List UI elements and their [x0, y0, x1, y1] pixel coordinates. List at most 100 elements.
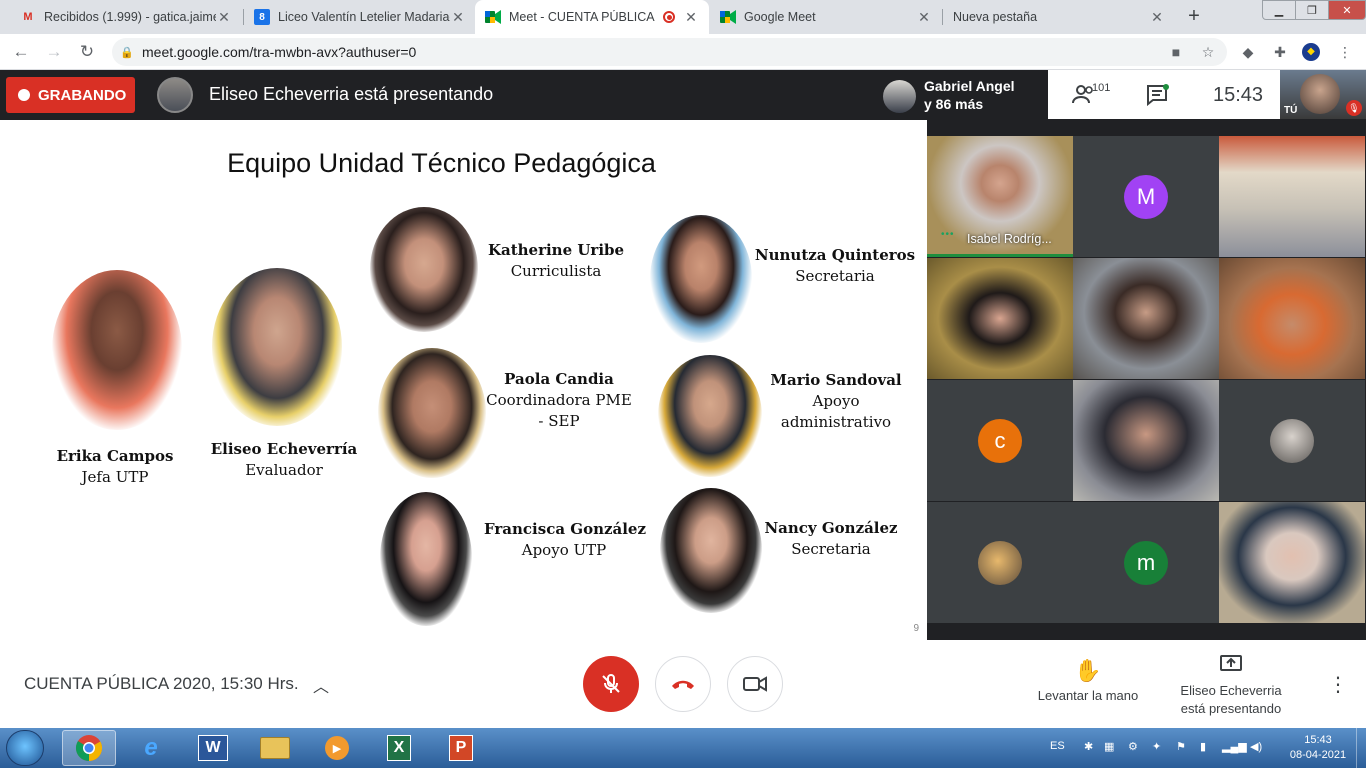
participant-tile[interactable] [1219, 502, 1365, 623]
explorer-icon[interactable] [248, 730, 302, 766]
tab-liceo[interactable]: 8 Liceo Valentín Letelier Madariag ✕ [244, 0, 476, 34]
close-icon[interactable]: ✕ [216, 9, 232, 26]
present-now-button[interactable]: Eliseo Echeverria está presentando [1172, 654, 1290, 718]
close-icon[interactable]: ✕ [1149, 9, 1165, 26]
slide-title: Equipo Unidad Técnico Pedagógica [227, 148, 656, 178]
lock-icon: 🔒 [120, 46, 134, 59]
show-desktop-button[interactable] [1356, 728, 1366, 768]
address-bar-row: ← → ↻ 🔒 meet.google.com/tra-mwbn-avx?aut… [0, 34, 1366, 70]
back-button[interactable]: ← [10, 41, 32, 63]
meeting-details[interactable]: CUENTA PÚBLICA 2020, 15:30 Hrs. [24, 674, 299, 694]
bluetooth-icon[interactable]: ✱ [1084, 740, 1093, 753]
tab-nueva-pestana[interactable]: Nueva pestaña ✕ [943, 0, 1175, 34]
participant-count: 101 [1092, 82, 1111, 94]
participant-tile[interactable] [1073, 380, 1219, 501]
person-role: Apoyo UTP [521, 541, 607, 559]
restore-button[interactable]: ❐ [1295, 0, 1329, 20]
language-indicator[interactable]: ES [1050, 740, 1065, 752]
person-name: Erika Campos [56, 447, 174, 465]
participant-tile[interactable]: ••• Isabel Rodríg... [927, 136, 1073, 257]
close-icon[interactable]: ✕ [683, 9, 699, 26]
url-text[interactable]: meet.google.com/tra-mwbn-avx?authuser=0 [142, 44, 416, 60]
mic-toggle-button[interactable] [583, 656, 639, 712]
person-name: Nunutza Quinteros [754, 246, 916, 264]
photo-eliseo-echeverria [212, 268, 342, 426]
participant-tile[interactable] [1219, 258, 1365, 379]
meet-control-bar: CUENTA PÚBLICA 2020, 15:30 Hrs. ︿ ✋ Leva… [0, 640, 1366, 728]
system-clock[interactable]: 15:43 08-04-2021 [1282, 733, 1354, 763]
chevron-up-icon[interactable]: ︿ [313, 673, 329, 697]
tab-google-meet[interactable]: Google Meet ✕ [710, 0, 942, 34]
minimize-button[interactable]: ▁ [1262, 0, 1296, 20]
camera-icon[interactable]: ■ [1167, 43, 1185, 61]
tab-meet-cuenta-publica[interactable]: Meet - CUENTA PÚBLICA 20 ✕ [475, 0, 709, 34]
participant-avatar [883, 80, 916, 113]
photo-francisca-gonzalez [380, 492, 472, 626]
ie-icon[interactable]: e [124, 730, 178, 766]
slide-page-number: 9 [913, 623, 919, 634]
person-role: Curriculista [510, 262, 602, 280]
person-name: Mario Sandoval [770, 371, 902, 389]
powerpoint-icon[interactable]: P [434, 730, 488, 766]
person-name: Katherine Uribe [487, 241, 625, 259]
close-icon[interactable]: ✕ [916, 9, 932, 26]
person-role: Coordinadora PME - SEP [486, 391, 632, 430]
participant-avatar-letter: c [978, 418, 1022, 463]
video-camera-icon [743, 676, 767, 692]
presentation-slide: Equipo Unidad Técnico Pedagógica Erika C… [0, 120, 927, 640]
network-signal-icon[interactable]: ▂▄▆ [1222, 740, 1247, 753]
photo-erika-campos [52, 270, 182, 430]
hang-up-icon [672, 680, 694, 689]
flag-icon[interactable]: ⚑ [1176, 740, 1186, 753]
person-name: Francisca González [484, 520, 646, 538]
window-close-button[interactable]: ✕ [1328, 0, 1366, 20]
participant-tile[interactable]: c [927, 380, 1073, 501]
raise-hand-button[interactable]: ✋ Levantar la mano [1033, 658, 1143, 703]
self-view-tile[interactable]: TÚ 🎙 [1280, 70, 1366, 119]
dropbox-icon[interactable]: ◆ [1239, 43, 1257, 61]
participant-tile[interactable]: M [1073, 136, 1219, 257]
participant-tile[interactable] [1219, 136, 1365, 257]
media-player-icon[interactable]: ▶ [310, 730, 364, 766]
start-button[interactable] [6, 730, 44, 766]
chrome-icon[interactable] [62, 730, 116, 766]
other-participants-summary[interactable]: Gabriel Angel y 86 más [924, 77, 1015, 113]
meet-icon [485, 9, 501, 25]
browser-menu-icon[interactable]: ⋮ [1336, 43, 1354, 61]
tray-wand-icon[interactable]: ✦ [1152, 740, 1161, 753]
close-icon[interactable]: ✕ [450, 9, 466, 26]
leave-call-button[interactable] [655, 656, 711, 712]
presenting-status: Eliseo Echeverria está presentando [209, 84, 494, 104]
power-icon[interactable]: ▮ [1200, 740, 1206, 753]
reload-button[interactable]: ↻ [76, 41, 98, 63]
bookmark-star-icon[interactable]: ☆ [1199, 43, 1217, 61]
meeting-info-panel: 101 15:43 [1048, 70, 1280, 119]
word-icon[interactable]: W [186, 730, 240, 766]
recording-dot-icon [663, 11, 675, 23]
tray-app-icon[interactable]: ▦ [1104, 740, 1114, 753]
recording-badge[interactable]: GRABANDO [6, 77, 135, 113]
meet-icon [720, 9, 736, 25]
participant-avatar [1270, 418, 1314, 463]
volume-icon[interactable]: ◀) [1250, 740, 1262, 753]
profile-avatar-icon[interactable]: ◆ [1302, 43, 1320, 61]
forward-button[interactable]: → [43, 41, 65, 63]
more-options-icon[interactable]: ⋮ [1328, 672, 1348, 697]
participant-tile[interactable] [1219, 380, 1365, 501]
photo-paola-candia [378, 348, 486, 478]
record-dot-icon [18, 89, 30, 101]
participant-tile[interactable] [927, 502, 1073, 623]
chat-icon[interactable] [1146, 84, 1170, 112]
camera-toggle-button[interactable] [727, 656, 783, 712]
tray-tool-icon[interactable]: ⚙ [1128, 740, 1138, 753]
omnibox[interactable]: 🔒 meet.google.com/tra-mwbn-avx?authuser=… [112, 38, 1227, 66]
participant-tile[interactable]: m [1073, 502, 1219, 623]
extensions-icon[interactable]: ✚ [1271, 43, 1289, 61]
person-name: Eliseo Echeverría [210, 440, 358, 458]
excel-icon[interactable]: X [372, 730, 426, 766]
participant-tile[interactable] [927, 258, 1073, 379]
new-tab-button[interactable]: + [1182, 5, 1206, 29]
participant-tile[interactable] [1073, 258, 1219, 379]
tab-gmail[interactable]: M Recibidos (1.999) - gatica.jaime ✕ [10, 0, 242, 34]
mic-off-icon [602, 674, 620, 693]
